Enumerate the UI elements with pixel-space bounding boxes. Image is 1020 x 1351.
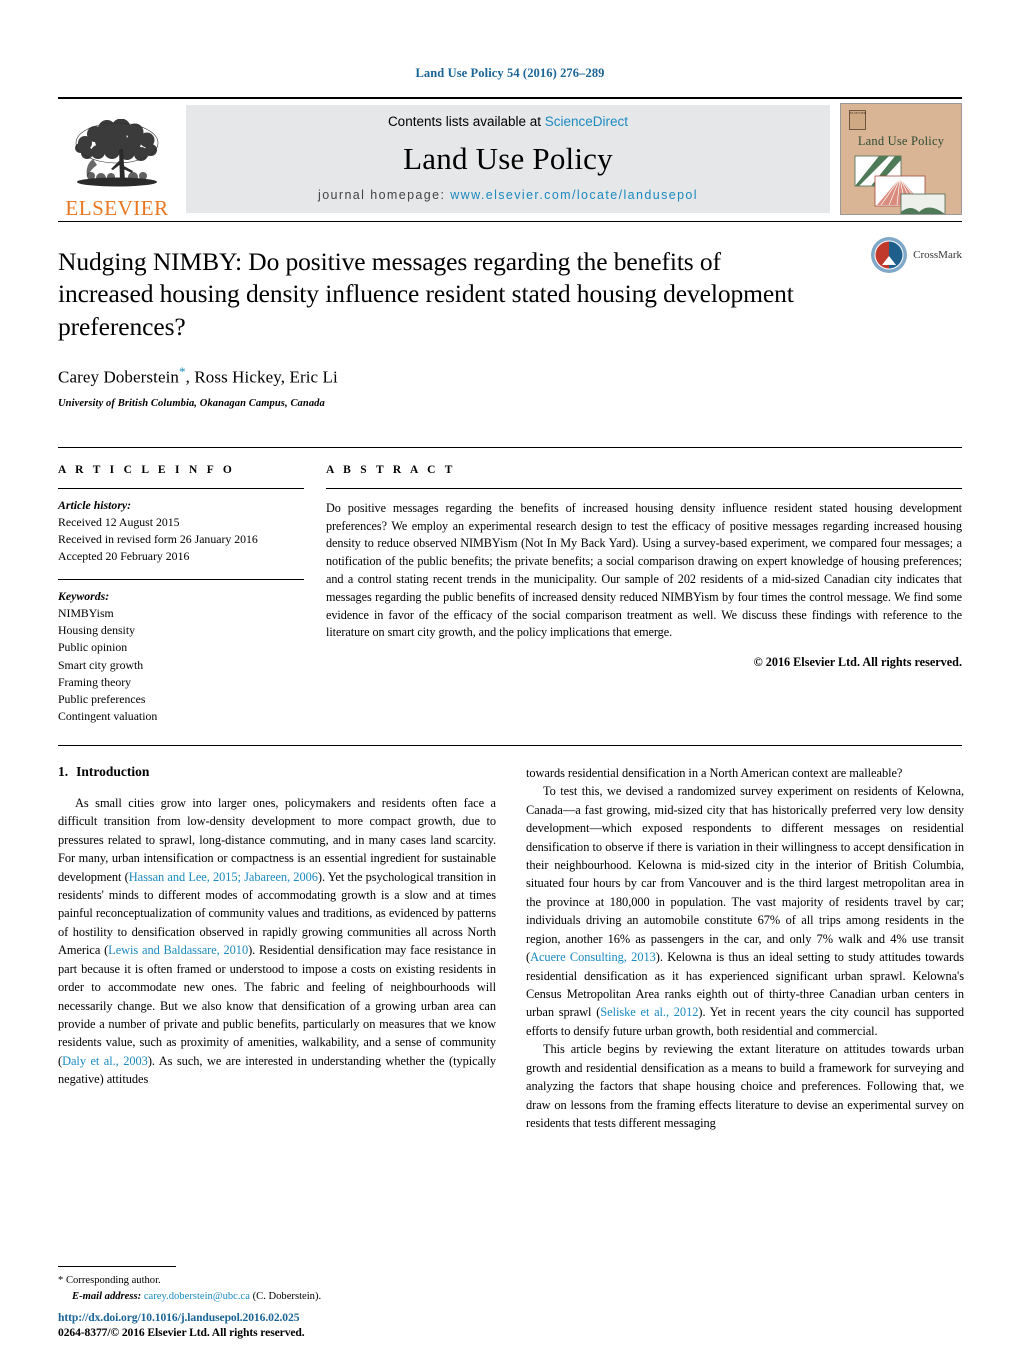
- history-item: Accepted 20 February 2016: [58, 549, 190, 564]
- email-label: E-mail address:: [72, 1291, 142, 1303]
- contents-line: Contents lists available at ScienceDirec…: [388, 114, 628, 129]
- affiliation: University of British Columbia, Okanagan…: [58, 397, 325, 409]
- footnote-rule: [58, 1266, 176, 1268]
- title-block: CrossMark Nudging NIMBY: Do positive mes…: [58, 222, 962, 409]
- journal-title: Land Use Policy: [403, 140, 613, 176]
- footer-block: http://dx.doi.org/10.1016/j.landusepol.2…: [58, 1311, 618, 1339]
- corresponding-author-text: Corresponding author.: [65, 1275, 161, 1287]
- abstract-text: Do positive messages regarding the benef…: [326, 500, 962, 640]
- abstract-column: A B S T R A C T Do positive messages reg…: [326, 464, 962, 725]
- abstract-rule: [326, 487, 962, 489]
- history-item: Received in revised form 26 January 2016: [58, 531, 258, 546]
- citation-link[interactable]: Daly et al., 2003: [62, 1054, 148, 1068]
- body-paragraph: This article begins by reviewing the ext…: [526, 1040, 964, 1132]
- issn-copyright: 0264-8377/© 2016 Elsevier Ltd. All right…: [58, 1326, 305, 1339]
- keyword-item: Public opinion: [58, 640, 128, 655]
- homepage-prefix: journal homepage:: [318, 188, 451, 202]
- sciencedirect-link[interactable]: ScienceDirect: [545, 114, 628, 129]
- keywords-label: Keywords:: [58, 589, 110, 604]
- keyword-item: Public preferences: [58, 691, 146, 706]
- elsevier-tree-icon: [75, 119, 159, 187]
- citation-link[interactable]: Seliske et al., 2012: [600, 1005, 698, 1019]
- elsevier-wordmark: ELSEVIER: [65, 196, 169, 220]
- body-top-rule: [58, 744, 962, 746]
- email-link[interactable]: carey.doberstein@ubc.ca: [144, 1291, 250, 1302]
- section-heading: 1. Introduction: [58, 764, 496, 780]
- abstract-copyright: © 2016 Elsevier Ltd. All rights reserved…: [753, 655, 962, 670]
- article-info-column: A R T I C L E I N F O Article history: R…: [58, 464, 304, 725]
- left-paragraphs: As small cities grow into larger ones, p…: [58, 794, 496, 1089]
- paragraph-text: ). Residential densification may face re…: [58, 943, 496, 1068]
- right-paragraphs: towards residential densification in a N…: [526, 764, 964, 1132]
- doi-link[interactable]: http://dx.doi.org/10.1016/j.landusepol.2…: [58, 1311, 618, 1324]
- article-info-heading: A R T I C L E I N F O: [58, 463, 236, 476]
- email-suffix: (C. Doberstein).: [252, 1291, 322, 1303]
- citation-link[interactable]: Hassan and Lee, 2015; Jabareen, 2006: [129, 870, 318, 884]
- citation-link[interactable]: Acuere Consulting, 2013: [530, 950, 656, 964]
- cover-journal-title: Land Use Policy: [857, 134, 945, 148]
- authors-rest: , Ross Hickey, Eric Li: [185, 367, 338, 387]
- body-paragraph: As small cities grow into larger ones, p…: [58, 794, 496, 1089]
- body-paragraph: To test this, we devised a randomized su…: [526, 782, 964, 1040]
- journal-homepage-line: journal homepage: www.elsevier.com/locat…: [318, 188, 698, 202]
- body-paragraph: towards residential densification in a N…: [526, 764, 964, 782]
- article-history-label: Article history:: [58, 497, 132, 512]
- contents-prefix: Contents lists available at: [387, 114, 545, 129]
- footnote-star: *: [58, 1275, 64, 1287]
- corresponding-author-marker[interactable]: *: [179, 364, 186, 379]
- footnote-block: * Corresponding author. E-mail address: …: [58, 1266, 496, 1305]
- paragraph-text: This article begins by reviewing the ext…: [526, 1042, 964, 1130]
- keyword-item: Smart city growth: [58, 657, 144, 672]
- crossmark-badge[interactable]: CrossMark: [870, 236, 962, 274]
- paragraph-text: towards residential densification in a N…: [526, 765, 903, 780]
- keyword-item: Framing theory: [58, 674, 132, 689]
- abstract-heading: A B S T R A C T: [326, 463, 456, 476]
- journal-masthead: ELSEVIER Contents lists available at Sci…: [58, 97, 962, 221]
- article-page: Land Use Policy 54 (2016) 276–289 ELSEVI…: [0, 0, 1020, 1351]
- keyword-item: Contingent valuation: [58, 708, 158, 723]
- corresponding-author-note: * Corresponding author. E-mail address: …: [58, 1273, 496, 1305]
- keywords-group: Keywords: NIMBYism Housing density Publi…: [58, 588, 304, 725]
- crossmark-label: CrossMark: [913, 249, 962, 261]
- page-title: Nudging NIMBY: Do positive messages rega…: [58, 247, 794, 341]
- elsevier-logo: ELSEVIER: [58, 99, 176, 221]
- keywords-rule: [58, 579, 304, 581]
- cover-els-text: ELSEVIER: [850, 111, 867, 115]
- corresponding-author-line: * Corresponding author.: [58, 1273, 496, 1289]
- citation-link[interactable]: Lewis and Baldassare, 2010: [108, 943, 248, 957]
- author-first: Carey Doberstein: [58, 367, 180, 387]
- article-info-rule: [58, 487, 304, 489]
- crossmark-icon: [871, 237, 908, 273]
- body-column-right: towards residential densification in a N…: [526, 764, 964, 1132]
- email-line: E-mail address: carey.doberstein@ubc.ca …: [58, 1289, 496, 1305]
- journal-homepage-link[interactable]: www.elsevier.com/locate/landusepol: [450, 188, 698, 202]
- author-list: Carey Doberstein*, Ross Hickey, Eric Li: [58, 364, 962, 388]
- body-columns: 1. Introduction As small cities grow into…: [58, 764, 964, 1132]
- cover-artwork-icon: [854, 155, 946, 214]
- keyword-item: Housing density: [58, 623, 136, 638]
- history-item: Received 12 August 2015: [58, 514, 180, 529]
- paragraph-text: To test this, we devised a randomized su…: [526, 784, 964, 965]
- journal-band: Contents lists available at ScienceDirec…: [186, 105, 830, 213]
- keyword-item: NIMBYism: [58, 606, 114, 621]
- body-column-left: 1. Introduction As small cities grow into…: [58, 764, 496, 1132]
- section-title: Introduction: [76, 763, 150, 779]
- info-abstract-region: A R T I C L E I N F O Article history: R…: [58, 446, 962, 725]
- running-head: Land Use Policy 54 (2016) 276–289: [415, 66, 605, 80]
- journal-cover-thumbnail: ELSEVIER Land Use Policy: [840, 103, 962, 215]
- cover-elsevier-icon: ELSEVIER: [849, 110, 866, 130]
- article-history-group: Article history: Received 12 August 2015…: [58, 497, 304, 565]
- section-number: 1.: [58, 763, 69, 779]
